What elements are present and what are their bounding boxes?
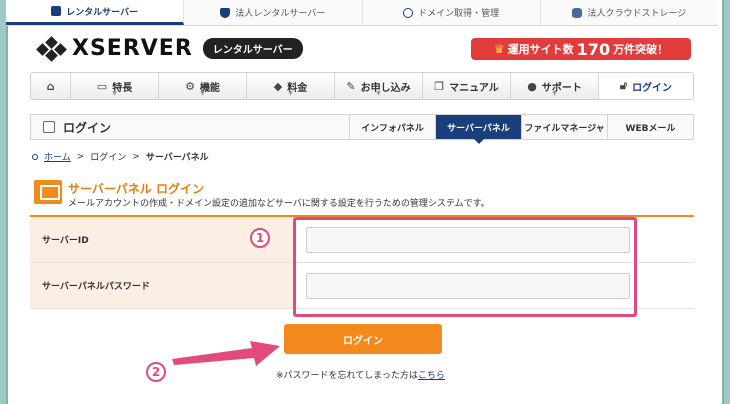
lock-icon [43,121,55,133]
nav-support[interactable]: ● サポート ▼ [511,73,599,99]
nav-label: サポート [541,82,582,94]
nav-pricing[interactable]: ◆ 料金 ▼ [247,73,335,99]
subheader-title-text: ログイン [63,120,112,135]
monitor-icon [34,180,62,204]
logo-text: XSERVER [72,36,193,61]
annotation-arrow-icon [172,341,280,366]
shield-icon [220,7,231,18]
book-icon: ❐ [434,79,445,93]
annotation-step-2: 2 [146,362,166,382]
main-nav: ⌂ ▭ 特長 ▼ ⚙ 機能 ▼ ◆ 料金 ▼ ✎ お申し込み ▼ ❐ マニュアル… [30,72,694,100]
promo-number: 170 [576,39,611,59]
crown-icon: ♛ [493,42,505,56]
password-label: サーバーパネルパスワード [30,263,294,308]
pen-icon: ✎ [346,79,356,93]
annotation-step-1: 1 [250,228,270,248]
chevron-down-icon: ▼ [552,90,557,97]
service-tab-business-server[interactable]: 法人レンタルサーバー [184,0,363,25]
logo-mark-icon [36,35,67,62]
chevron-down-icon: ▼ [288,90,293,97]
globe-icon [403,7,414,18]
panel-title: サーバーパネル ログイン [68,182,204,196]
lock-icon: 🔓︎ [619,79,628,92]
annotation-highlight-box [293,217,637,317]
promo-banner[interactable]: ♛ 運用サイト数 170 万件突破！ [471,38,691,60]
service-tab-label: 法人クラウドストレージ [587,9,687,19]
service-tab-label: レンタルサーバー [66,7,139,18]
login-subheader: ログイン インフォパネル サーバーパネル ファイルマネージャ WEBメール [30,114,694,144]
panel-description: メールアカウントの作成・ドメイン設定の追加などサーバに関する設定を行うための管理… [68,199,490,209]
tab-file-manager[interactable]: ファイルマネージャ [521,115,607,139]
nav-label: マニュアル [449,82,499,94]
tools-icon: ⚙ [185,79,195,93]
login-button[interactable]: ログイン [284,324,442,354]
promo-prefix: 運用サイト数 [507,43,574,56]
nav-label: お申し込み [360,82,411,94]
site-logo[interactable]: XSERVER レンタルサーバー [36,35,303,62]
logo-badge: レンタルサーバー [202,38,303,59]
service-tab-cloud-storage[interactable]: 法人クラウドストレージ [541,0,718,25]
nav-manual[interactable]: ❐ マニュアル [423,73,511,99]
tab-server-panel[interactable]: サーバーパネル [435,115,521,144]
server-icon [51,6,62,16]
monitor-icon: ▭ [96,79,108,93]
nav-login[interactable]: 🔓︎ ログイン [599,73,693,99]
breadcrumb-bullet-icon [32,153,38,160]
promo-suffix: 万件突破！ [613,43,669,56]
breadcrumb: ホーム > ログイン > サーバーパネル [32,150,209,163]
home-icon: ⌂ [46,79,55,93]
nav-apply[interactable]: ✎ お申し込み ▼ [335,73,423,99]
chevron-down-icon: ▼ [200,90,205,97]
breadcrumb-separator: > [132,151,140,162]
forgot-password-link[interactable]: こちら [418,371,445,381]
service-tab-rental-server[interactable]: レンタルサーバー [6,0,185,25]
service-tab-domain[interactable]: ドメイン取得・管理 [363,0,541,25]
breadcrumb-home-link[interactable]: ホーム [44,150,71,163]
tab-info-panel[interactable]: インフォパネル [349,115,435,139]
breadcrumb-current: サーバーパネル [145,153,209,163]
service-tab-label: 法人レンタルサーバー [235,9,326,19]
forgot-password-text: ※パスワードを忘れてしまった方はこちら [276,368,445,381]
chevron-down-icon: ▼ [112,90,117,97]
chevron-down-icon: ▼ [376,90,381,97]
tag-icon: ◆ [273,79,283,93]
service-tab-label: ドメイン取得・管理 [418,9,500,19]
database-icon [572,7,583,18]
subheader-title: ログイン [31,115,349,139]
breadcrumb-login: ログイン [90,153,127,163]
breadcrumb-separator: > [76,151,85,162]
service-tab-bar: レンタルサーバー 法人レンタルサーバー ドメイン取得・管理 法人クラウドストレー… [6,0,718,26]
nav-functions[interactable]: ⚙ 機能 ▼ [159,73,247,99]
nav-home[interactable]: ⌂ [31,73,71,99]
tab-webmail[interactable]: WEBメール [607,115,693,139]
user-icon: ● [527,79,537,93]
forgot-password-label: ※パスワードを忘れてしまった方は [276,371,418,381]
nav-features[interactable]: ▭ 特長 ▼ [71,73,159,99]
nav-label: ログイン [632,82,673,94]
